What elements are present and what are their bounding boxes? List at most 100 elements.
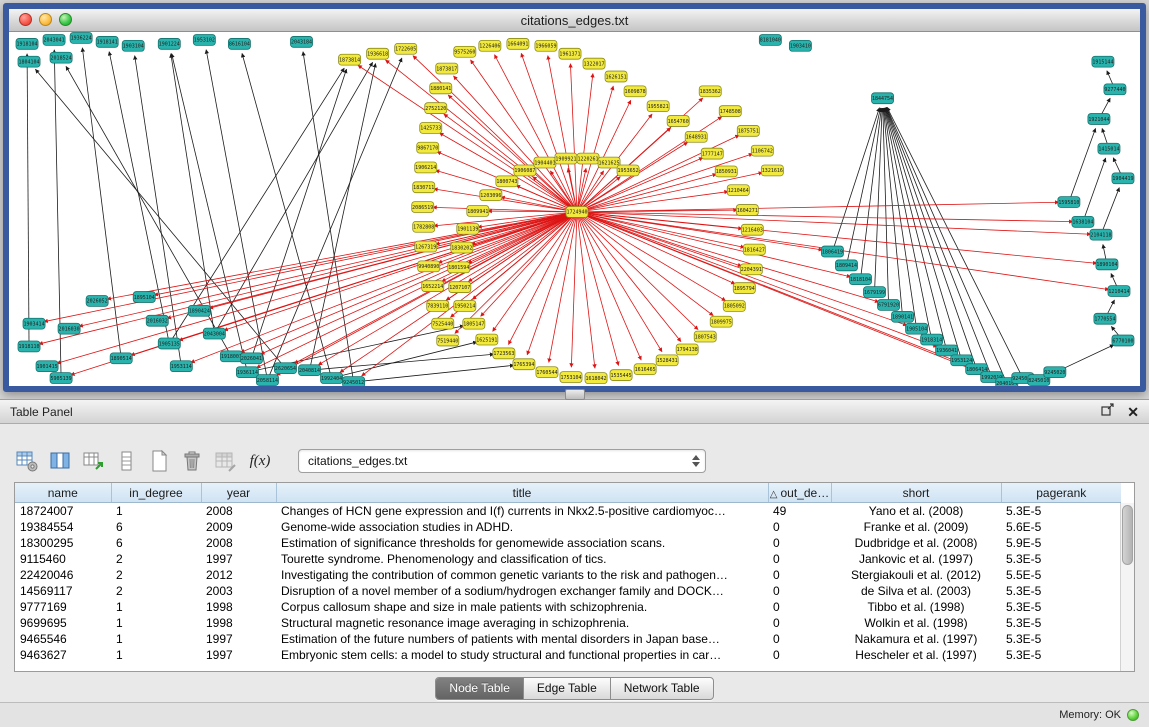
network-node[interactable]: 1267319 [415, 241, 437, 252]
network-node[interactable]: 2043041 [43, 34, 65, 45]
network-node[interactable]: 1906087 [514, 165, 536, 176]
network-node[interactable]: 1875751 [737, 125, 759, 136]
window-titlebar[interactable]: citations_edges.txt [9, 9, 1140, 32]
cell-out_degree[interactable]: 0 [768, 519, 831, 535]
network-node[interactable]: 2026041 [240, 353, 262, 364]
cell-short[interactable]: de Silva et al. (2003) [831, 583, 1001, 599]
network-node[interactable]: 1905135 [158, 338, 180, 349]
table-edit-icon[interactable] [80, 448, 106, 474]
network-node[interactable]: 1106742 [751, 145, 773, 156]
network-node[interactable]: 1918001 [220, 351, 242, 362]
cell-short[interactable]: Yano et al. (2008) [831, 503, 1001, 520]
cell-year[interactable]: 2008 [201, 535, 276, 551]
function-builder-icon[interactable]: f(x) [245, 448, 275, 474]
network-node[interactable]: 1953652 [617, 165, 639, 176]
cell-in_degree[interactable]: 1 [111, 599, 201, 615]
table-row[interactable]: 1938455462009Genome-wide association stu… [15, 519, 1121, 535]
network-edge[interactable] [310, 63, 376, 370]
cell-out_degree[interactable]: 0 [768, 583, 831, 599]
cell-in_degree[interactable]: 2 [111, 583, 201, 599]
network-node[interactable]: 1918104 [16, 38, 38, 49]
cell-short[interactable]: Tibbo et al. (1998) [831, 599, 1001, 615]
table-row[interactable]: 1456911722003Disruption of a novel membe… [15, 583, 1121, 599]
network-node[interactable]: 1809941 [467, 206, 489, 217]
cell-year[interactable]: 1997 [201, 647, 276, 663]
network-node[interactable]: 1918141 [96, 36, 118, 47]
network-edge[interactable] [332, 342, 478, 378]
network-node[interactable]: 1604271 [736, 205, 758, 216]
table-row[interactable]: 1830029562008Estimation of significance … [15, 535, 1121, 551]
network-node[interactable]: 1835362 [699, 86, 721, 97]
network-node[interactable]: 1905104 [906, 323, 928, 334]
network-table-select[interactable]: citations_edges.txt [298, 449, 706, 473]
network-node[interactable]: 2104118 [1090, 229, 1112, 240]
cell-year[interactable]: 1998 [201, 599, 276, 615]
network-node[interactable]: 1425733 [420, 122, 442, 133]
network-node[interactable]: 1618042 [585, 373, 607, 384]
network-node[interactable]: 1936114 [236, 367, 258, 378]
cell-in_degree[interactable]: 1 [111, 615, 201, 631]
cell-out_degree[interactable]: 49 [768, 503, 831, 520]
tab-node-table[interactable]: Node Table [436, 678, 524, 699]
network-node[interactable]: 1895104 [133, 292, 155, 303]
network-edge[interactable] [1083, 158, 1106, 222]
column-header-out-degree[interactable]: △out_de… [768, 483, 831, 503]
cell-title[interactable]: Estimation of significance thresholds fo… [276, 535, 768, 551]
cell-in_degree[interactable]: 6 [111, 519, 201, 535]
network-node[interactable]: 1955821 [647, 101, 669, 112]
cell-year[interactable]: 2009 [201, 519, 276, 535]
cell-pagerank[interactable]: 5.6E-5 [1001, 519, 1121, 535]
network-node[interactable]: 1801594 [448, 262, 470, 273]
network-node[interactable]: 1936041 [936, 345, 958, 356]
cell-in_degree[interactable]: 6 [111, 535, 201, 551]
network-node[interactable]: 1664091 [507, 38, 529, 49]
cell-short[interactable]: Hescheler et al. (1997) [831, 647, 1001, 663]
network-node[interactable]: 1921044 [1088, 114, 1110, 125]
network-edge[interactable] [27, 54, 29, 347]
cell-name[interactable]: 14569117 [15, 583, 111, 599]
network-node[interactable]: 1777147 [701, 148, 723, 159]
network-node[interactable]: 8181040 [759, 34, 781, 45]
cell-name[interactable]: 18724007 [15, 503, 111, 520]
network-node[interactable]: 1625191 [476, 334, 498, 345]
network-node[interactable]: 6770100 [1112, 335, 1134, 346]
network-node[interactable]: 2752120 [425, 103, 447, 114]
close-window-icon[interactable] [19, 13, 32, 26]
network-node[interactable]: 1806419 [821, 246, 843, 257]
network-node[interactable]: 1904401 [534, 157, 556, 168]
cell-out_degree[interactable]: 0 [768, 647, 831, 663]
cell-out_degree[interactable]: 0 [768, 535, 831, 551]
network-node[interactable]: 1723563 [493, 348, 515, 359]
network-edge[interactable] [57, 212, 577, 363]
cell-short[interactable]: Dudbridge et al. (2008) [831, 535, 1001, 551]
network-node[interactable]: 1903104 [122, 40, 144, 51]
network-node[interactable]: 1648931 [685, 131, 707, 142]
network-node[interactable]: 8616104 [228, 38, 250, 49]
network-edge[interactable] [577, 212, 595, 368]
column-header-short[interactable]: short [831, 483, 1001, 503]
network-node[interactable]: 1679199 [864, 287, 886, 298]
network-node[interactable]: 1535445 [610, 370, 632, 381]
network-node[interactable]: 6791920 [878, 299, 900, 310]
table-row[interactable]: 946554611997Estimation of the future num… [15, 631, 1121, 647]
cell-year[interactable]: 2003 [201, 583, 276, 599]
network-node[interactable]: 1220261 [577, 153, 599, 164]
network-node[interactable]: 1915144 [1092, 56, 1114, 67]
network-node[interactable]: 9575260 [454, 46, 476, 57]
network-node[interactable]: 1528431 [656, 355, 678, 366]
cell-year[interactable]: 2012 [201, 567, 276, 583]
cell-out_degree[interactable]: 0 [768, 567, 831, 583]
network-edge[interactable] [577, 212, 745, 247]
column-header-in-degree[interactable]: in_degree [111, 483, 201, 503]
cell-pagerank[interactable]: 5.3E-5 [1001, 599, 1121, 615]
network-node[interactable]: 1918314 [921, 334, 943, 345]
network-node[interactable]: 1901415 [36, 361, 58, 372]
network-node[interactable]: 1961371 [559, 48, 581, 59]
network-node[interactable]: 1626151 [605, 71, 627, 82]
close-panel-icon[interactable]: ✕ [1127, 405, 1139, 419]
network-node[interactable]: 1873814 [339, 54, 361, 65]
network-node[interactable]: 1321616 [761, 165, 783, 176]
cell-title[interactable]: Embryonic stem cells: a model to study s… [276, 647, 768, 663]
network-edge[interactable] [256, 212, 577, 368]
network-node[interactable]: 1652214 [422, 281, 444, 292]
